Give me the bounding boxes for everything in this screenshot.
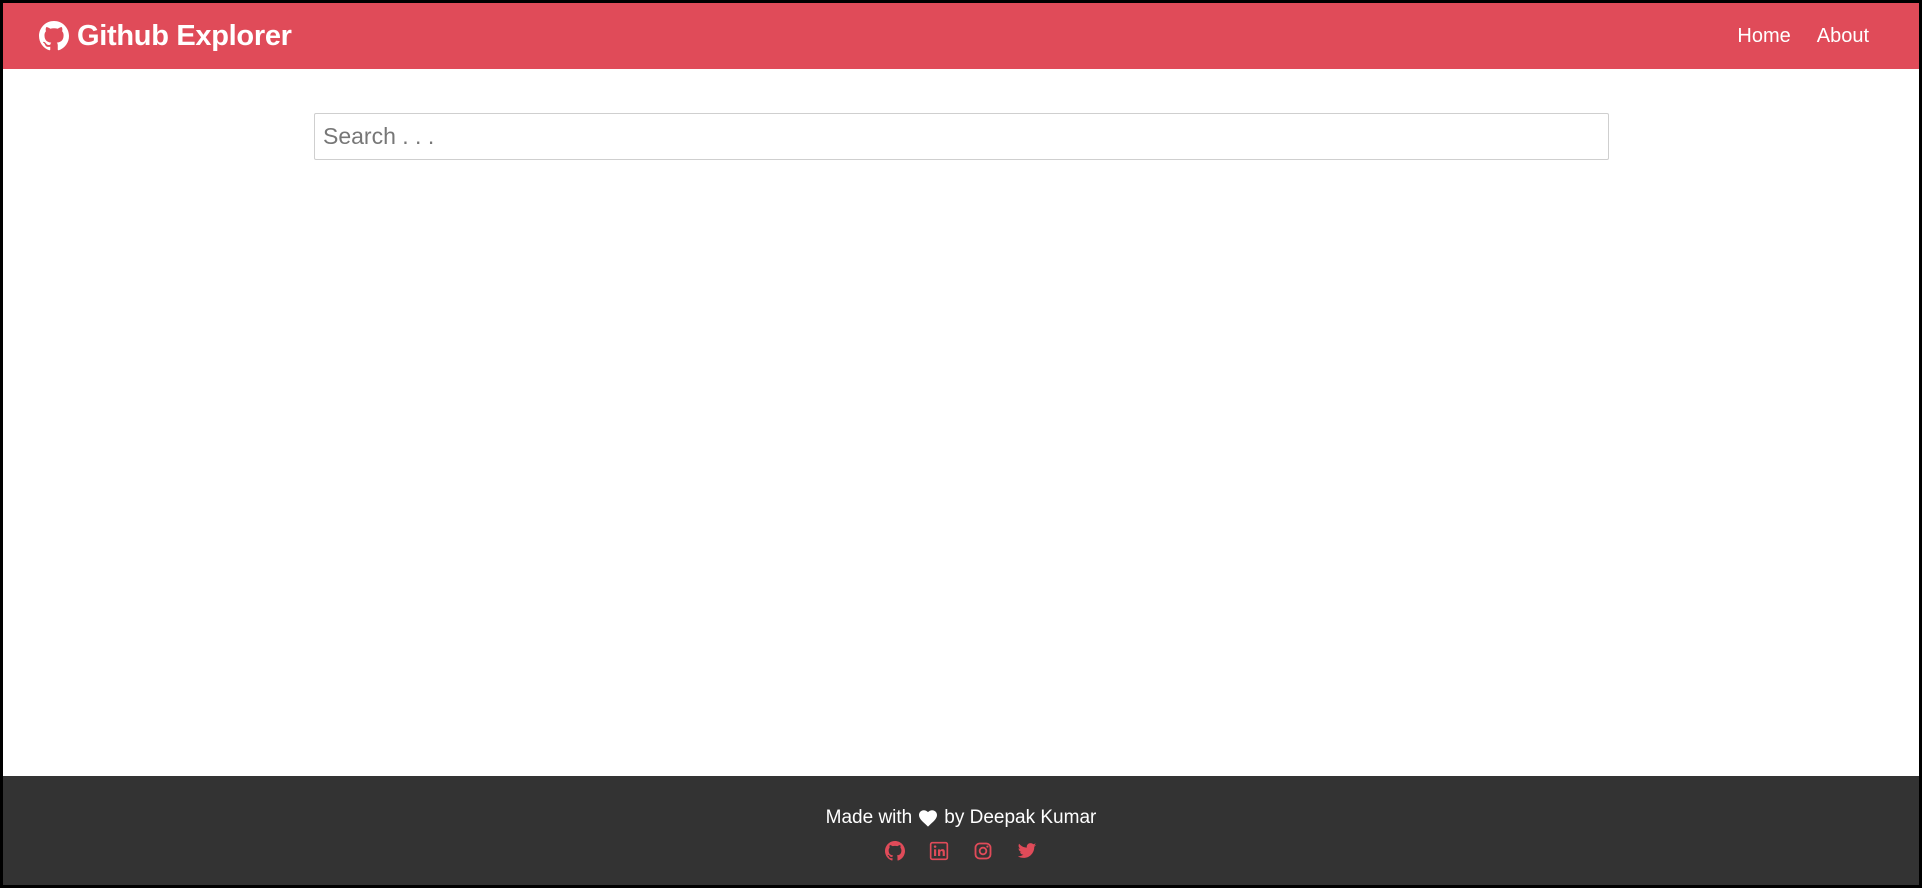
nav-home-link[interactable]: Home [1737, 25, 1790, 48]
footer-made-with: Made with [825, 807, 913, 828]
social-links [3, 841, 1919, 861]
github-icon [39, 21, 69, 51]
nav-about-link[interactable]: About [1817, 25, 1869, 48]
search-input[interactable] [314, 113, 1609, 160]
linkedin-icon[interactable] [929, 841, 949, 861]
instagram-icon[interactable] [973, 841, 993, 861]
heart-icon [918, 809, 938, 827]
brand-title: Github Explorer [77, 19, 292, 52]
footer-credit: Made with by Deepak Kumar [3, 807, 1919, 829]
search-container [314, 113, 1609, 160]
github-icon[interactable] [885, 841, 905, 861]
twitter-icon[interactable] [1017, 841, 1037, 861]
nav-links: Home About [1737, 25, 1869, 48]
brand-link[interactable]: Github Explorer [39, 20, 292, 53]
footer-by-author: by Deepak Kumar [944, 807, 1097, 828]
navbar: Github Explorer Home About [3, 3, 1919, 69]
footer: Made with by Deepak Kumar [3, 776, 1919, 885]
page: Github Explorer Home About Made with by … [3, 3, 1919, 885]
